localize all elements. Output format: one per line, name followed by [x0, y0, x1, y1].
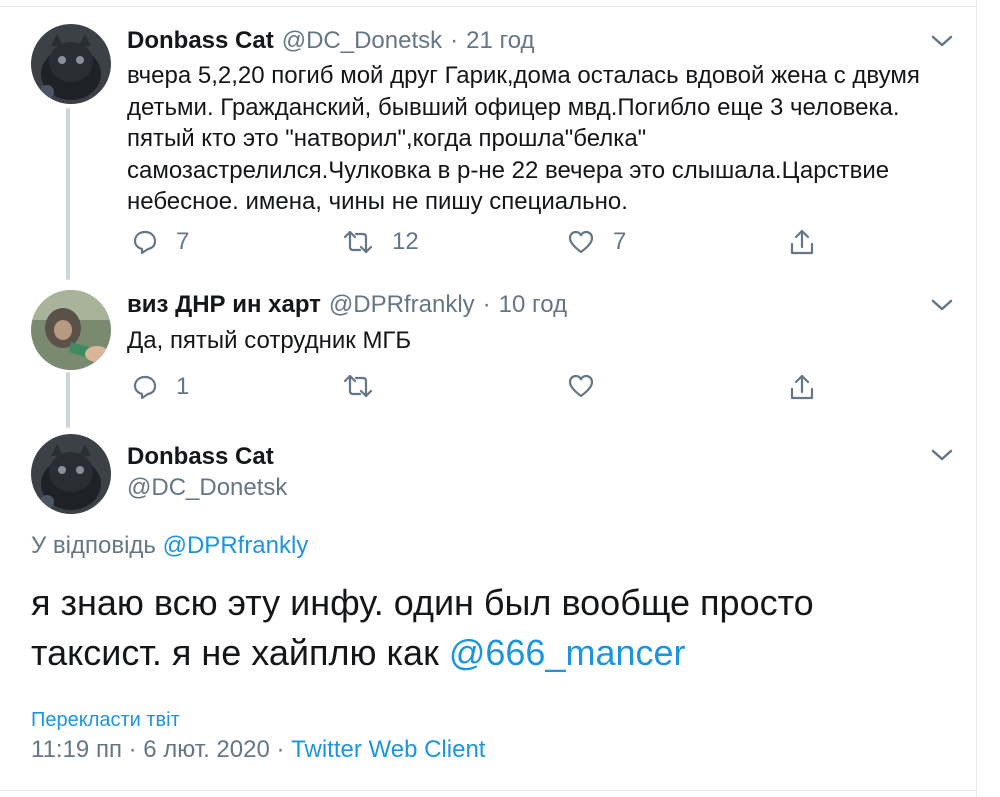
timestamp[interactable]: 21 год [466, 27, 534, 55]
tweet-text: Да, пятый сотрудник МГБ [127, 327, 412, 354]
reply-count: 1 [176, 373, 190, 400]
divider [0, 6, 976, 7]
like-icon [568, 374, 594, 398]
share-icon[interactable] [789, 228, 815, 256]
retweet-count: 12 [392, 228, 419, 255]
chevron-down-icon[interactable] [930, 33, 954, 49]
handle[interactable]: @DPRfrankly [329, 291, 475, 319]
retweet-icon [343, 230, 373, 254]
chevron-down-icon[interactable] [930, 297, 954, 313]
tweet-header: Donbass Cat @DC_Donetsk · 21 год [127, 27, 535, 55]
like-count: 7 [613, 228, 627, 255]
timestamp[interactable]: 10 год [499, 291, 567, 319]
translate-link[interactable]: Перекласти твіт [31, 709, 180, 732]
display-name[interactable]: виз ДНР ин харт [127, 291, 321, 319]
meta-separator: · [450, 27, 459, 54]
retweet-button[interactable] [342, 373, 392, 399]
reply-icon [133, 230, 157, 255]
chevron-down-icon[interactable] [930, 447, 954, 463]
retweet-button[interactable]: 12 [342, 228, 419, 256]
like-icon [568, 230, 594, 254]
tweet-header: виз ДНР ин харт @DPRfrankly · 10 год [127, 291, 567, 319]
reply-button[interactable]: 1 [132, 373, 189, 401]
retweet-icon [343, 374, 373, 398]
avatar[interactable] [31, 434, 111, 514]
client-link[interactable]: Twitter Web Client [291, 736, 485, 763]
like-button[interactable] [567, 373, 613, 399]
tweet-footer: 11:19 пп · 6 лют. 2020 · Twitter Web Cli… [31, 736, 485, 764]
reply-prefix: У відповідь [31, 532, 156, 559]
display-name[interactable]: Donbass Cat [127, 443, 274, 471]
main-tweet-text: я знаю всю эту инфу. один был вообще про… [31, 578, 931, 678]
tweet-timestamp[interactable]: 11:19 пп · 6 лют. 2020 [31, 736, 270, 763]
reply-to-link[interactable]: @DPRfrankly [163, 532, 309, 559]
display-name[interactable]: Donbass Cat [127, 27, 274, 55]
avatar[interactable] [31, 290, 111, 370]
tweet-text: вчера 5,2,20 погиб мой друг Гарик,дома о… [127, 62, 920, 215]
share-icon[interactable] [789, 373, 815, 401]
thread-line [66, 372, 70, 428]
monkey-avatar-image [31, 290, 111, 370]
reply-context: У відповідь @DPRfrankly [31, 532, 308, 560]
meta-separator: · [482, 291, 491, 318]
divider [976, 0, 977, 797]
cat-avatar-image [31, 24, 111, 104]
avatar[interactable] [31, 24, 111, 104]
handle[interactable]: @DC_Donetsk [127, 474, 287, 502]
thread-line [66, 108, 70, 280]
reply-icon [133, 375, 157, 400]
mention-link[interactable]: @666_mancer [449, 632, 686, 673]
like-button[interactable]: 7 [567, 228, 626, 256]
main-tweet-body: я знаю всю эту инфу. один был вообще про… [31, 582, 814, 673]
reply-button[interactable]: 7 [132, 228, 189, 256]
meta-separator: · [276, 736, 285, 763]
divider [0, 790, 976, 791]
handle[interactable]: @DC_Donetsk [282, 27, 442, 55]
reply-count: 7 [176, 228, 190, 255]
cat-avatar-image [31, 434, 111, 514]
